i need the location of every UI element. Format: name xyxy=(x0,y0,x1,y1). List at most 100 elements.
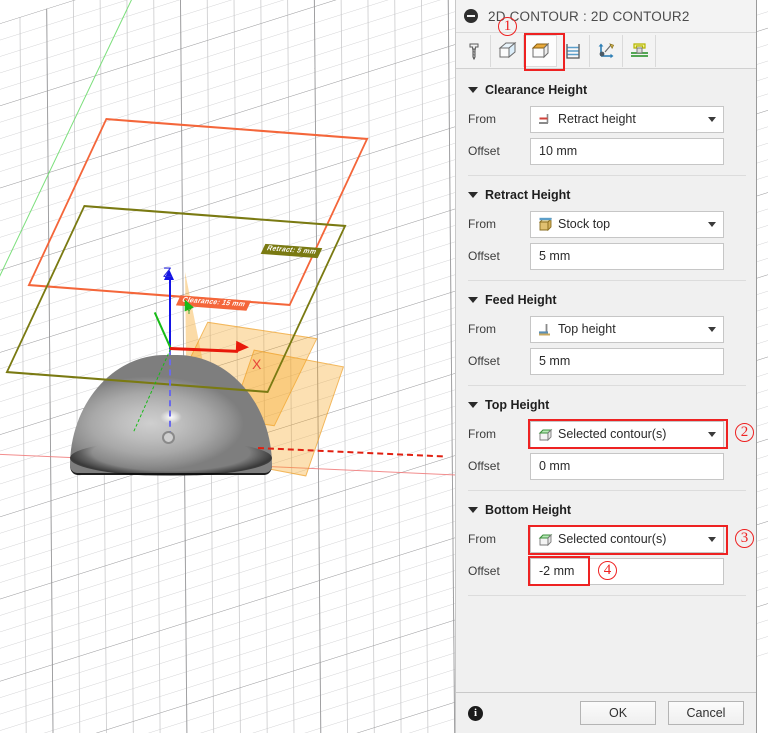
tab-manual-nc[interactable] xyxy=(623,34,656,67)
axis-z-dashed xyxy=(169,349,171,437)
geometry-contour-icon xyxy=(498,41,516,59)
section-divider xyxy=(468,280,746,281)
section-top-height: Top Height From Selected contour(s) 2 Of… xyxy=(456,392,756,482)
row-clearance-from: From Retract height xyxy=(468,103,746,135)
combobox-value: Selected contour(s) xyxy=(558,532,667,546)
section-retract-height: Retract Height From Stock top Offset 5 m… xyxy=(456,182,756,272)
section-header-retract-height[interactable]: Retract Height xyxy=(468,182,746,208)
bottom-height-offset-input[interactable]: -2 mm xyxy=(530,557,724,585)
caret-down-icon xyxy=(468,507,478,513)
retract-from-combobox[interactable]: Stock top xyxy=(530,210,724,238)
chevron-down-icon[interactable] xyxy=(701,116,723,122)
bottom-height-from-combobox[interactable]: Selected contour(s) xyxy=(530,525,724,553)
field-label: From xyxy=(468,532,496,546)
panel-title-bar: 2D CONTOUR : 2D CONTOUR2 xyxy=(456,0,756,33)
section-feed-height: Feed Height From Top height Offset 5 mm xyxy=(456,287,756,377)
axis-x-arrow-head xyxy=(235,340,250,354)
section-title: Feed Height xyxy=(485,293,557,307)
field-label: Offset xyxy=(468,144,500,158)
feed-offset-input[interactable]: 5 mm xyxy=(530,347,724,375)
field-label: Offset xyxy=(468,354,500,368)
row-top-offset: Offset 0 mm xyxy=(468,450,746,482)
axis-z-arrow-shaft xyxy=(169,277,171,349)
dome-model-base-shadow xyxy=(70,440,272,476)
section-title: Bottom Height xyxy=(485,503,572,517)
section-header-top-height[interactable]: Top Height xyxy=(468,392,746,418)
axis-label-x: X xyxy=(252,356,262,372)
combobox-value: Stock top xyxy=(558,217,611,231)
panel-tab-bar xyxy=(456,33,756,69)
chevron-down-icon[interactable] xyxy=(701,221,723,227)
caret-down-icon xyxy=(468,192,478,198)
section-bottom-height: Bottom Height From Selected contour(s) 3… xyxy=(456,497,756,587)
tab-tool[interactable] xyxy=(458,34,491,67)
caret-down-icon xyxy=(468,87,478,93)
input-value: 5 mm xyxy=(539,249,571,263)
row-feed-from: From Top height xyxy=(468,313,746,345)
chevron-down-icon[interactable] xyxy=(701,326,723,332)
field-label: Offset xyxy=(468,564,500,578)
section-title: Retract Height xyxy=(485,188,571,202)
chevron-down-icon[interactable] xyxy=(701,431,723,437)
field-label: Offset xyxy=(468,459,500,473)
tab-heights[interactable] xyxy=(524,34,557,67)
chevron-down-icon[interactable] xyxy=(701,536,723,542)
application-window: Retract: 5 mm Clearance: 15 mm Z X Y 2D … xyxy=(0,0,768,733)
endmill-tool-icon xyxy=(469,43,479,60)
section-divider xyxy=(468,595,746,596)
annotation-marker-3: 3 xyxy=(735,529,754,548)
cancel-button[interactable]: Cancel xyxy=(668,701,744,725)
tab-passes[interactable] xyxy=(557,34,590,67)
top-height-from-combobox[interactable]: Selected contour(s) xyxy=(530,420,724,448)
combobox-value: Selected contour(s) xyxy=(558,427,667,441)
axis-label-z: Z xyxy=(163,264,172,280)
section-header-feed-height[interactable]: Feed Height xyxy=(468,287,746,313)
clearance-from-combobox[interactable]: Retract height xyxy=(530,105,724,133)
minus-circle-icon[interactable] xyxy=(464,9,478,23)
heights-cube-icon xyxy=(531,42,550,59)
row-retract-from: From Stock top xyxy=(468,208,746,240)
caret-down-icon xyxy=(468,402,478,408)
stock-top-icon xyxy=(536,217,555,232)
field-label: From xyxy=(468,322,496,336)
page-title: 2D CONTOUR : 2D CONTOUR2 xyxy=(488,8,690,24)
operation-settings-panel: 2D CONTOUR : 2D CONTOUR2 Clearance Heigh… xyxy=(455,0,757,733)
top-height-offset-input[interactable]: 0 mm xyxy=(530,452,724,480)
caret-down-icon xyxy=(468,297,478,303)
origin-point-marker[interactable] xyxy=(162,431,175,444)
input-value: -2 mm xyxy=(539,564,575,578)
section-clearance-height: Clearance Height From Retract height Off… xyxy=(456,77,756,167)
annotation-marker-2: 2 xyxy=(735,423,754,442)
section-header-bottom-height[interactable]: Bottom Height xyxy=(468,497,746,523)
tab-linking[interactable] xyxy=(590,34,623,67)
field-label: From xyxy=(468,112,496,126)
row-retract-offset: Offset 5 mm xyxy=(468,240,746,272)
section-divider xyxy=(468,175,746,176)
selected-contours-icon xyxy=(536,532,555,547)
dome-specular-highlight xyxy=(160,410,182,424)
section-divider xyxy=(468,385,746,386)
panel-sections: Clearance Height From Retract height Off… xyxy=(456,69,756,692)
info-icon[interactable]: i xyxy=(468,705,483,721)
selected-contours-icon xyxy=(536,427,555,442)
clearance-offset-input[interactable]: 10 mm xyxy=(530,137,724,165)
panel-footer: i OK Cancel xyxy=(456,692,756,733)
feed-from-combobox[interactable]: Top height xyxy=(530,315,724,343)
section-header-clearance-height[interactable]: Clearance Height xyxy=(468,77,746,103)
field-label: From xyxy=(468,217,496,231)
row-top-from: From Selected contour(s) 2 xyxy=(468,418,754,450)
input-value: 0 mm xyxy=(539,459,571,473)
section-title: Clearance Height xyxy=(485,83,588,97)
tab-geometry[interactable] xyxy=(491,34,524,67)
combobox-value: Top height xyxy=(558,322,616,336)
row-clearance-offset: Offset 10 mm xyxy=(468,135,746,167)
input-value: 5 mm xyxy=(539,354,571,368)
retract-offset-input[interactable]: 5 mm xyxy=(530,242,724,270)
field-label: From xyxy=(468,427,496,441)
row-bottom-offset: Offset -2 mm 4 xyxy=(468,555,746,587)
field-label: Offset xyxy=(468,249,500,263)
passes-layers-icon xyxy=(566,43,580,59)
linking-ramp-icon xyxy=(598,43,614,59)
ok-button[interactable]: OK xyxy=(580,701,656,725)
combobox-value: Retract height xyxy=(558,112,636,126)
